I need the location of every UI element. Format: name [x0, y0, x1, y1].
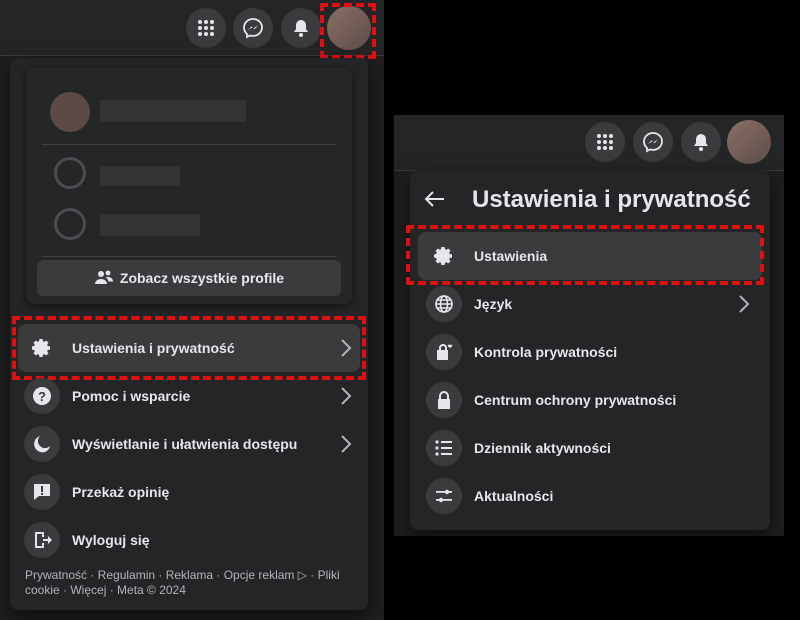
menu-item-label: Kontrola prywatności — [474, 344, 618, 360]
menu-item-label: Wyloguj się — [72, 532, 150, 548]
highlight-settings — [12, 316, 366, 380]
footer-line-1[interactable]: Prywatność · Regulamin · Reklama · Opcje… — [25, 568, 345, 583]
switch-profile-icon[interactable] — [54, 157, 86, 189]
logout-icon — [24, 522, 60, 558]
globe-icon — [426, 286, 462, 322]
profile-name-redacted — [100, 100, 246, 122]
menu-item-label: Aktualności — [474, 488, 554, 504]
submenu-title: Ustawienia i prywatność — [472, 186, 751, 213]
menu-item-news-feed[interactable]: Aktualności — [418, 472, 762, 520]
lock-heart-icon — [426, 334, 462, 370]
menu-item-privacy-checkup[interactable]: Kontrola prywatności — [418, 328, 762, 376]
menu-item-label: Pomoc i wsparcie — [72, 388, 191, 404]
menu-grid-button[interactable] — [585, 122, 625, 162]
lock-icon — [426, 382, 462, 418]
menu-item-activity-log[interactable]: Dziennik aktywności — [418, 424, 762, 472]
notifications-button[interactable] — [681, 122, 721, 162]
highlight-settings — [406, 225, 764, 285]
menu-item-label: Dziennik aktywności — [474, 440, 611, 456]
menu-item-feedback[interactable]: Przekaż opinię — [18, 468, 360, 516]
bell-icon — [294, 20, 308, 37]
notifications-button[interactable] — [281, 8, 321, 48]
grid-icon — [198, 20, 214, 36]
menu-item-label: Centrum ochrony prywatności — [474, 392, 677, 408]
svg-text:?: ? — [38, 389, 46, 404]
sliders-icon — [426, 478, 462, 514]
messenger-button[interactable] — [233, 8, 273, 48]
menu-item-label: Przekaż opinię — [72, 484, 170, 500]
right-screenshot: Ustawienia i prywatność Ustawienia Język… — [394, 115, 784, 536]
menu-item-display[interactable]: Wyświetlanie i ułatwienia dostępu — [18, 420, 360, 468]
chevron-right-icon — [341, 387, 352, 405]
left-screenshot: Zobacz wszystkie profile Ustawienia i pr… — [0, 0, 384, 620]
divider — [42, 256, 336, 257]
help-icon: ? — [24, 378, 60, 414]
back-arrow-icon[interactable] — [424, 190, 446, 208]
footer-line-2[interactable]: cookie · Więcej · Meta © 2024 — [25, 583, 345, 598]
profiles-icon — [94, 270, 113, 284]
moon-icon — [24, 426, 60, 462]
profile-name-redacted-3 — [100, 214, 200, 236]
messenger-icon — [643, 132, 663, 153]
menu-item-help[interactable]: ? Pomoc i wsparcie — [18, 372, 360, 420]
feedback-icon — [24, 474, 60, 510]
grid-icon — [597, 134, 613, 150]
menu-item-logout[interactable]: Wyloguj się — [18, 516, 360, 564]
profile-name-redacted-2 — [100, 166, 180, 186]
account-menu: Zobacz wszystkie profile Ustawienia i pr… — [10, 58, 368, 610]
settings-submenu: Ustawienia i prywatność Ustawienia Język… — [406, 170, 770, 530]
chevron-right-icon — [739, 295, 750, 313]
menu-item-label: Język — [474, 296, 513, 312]
divider — [42, 144, 336, 145]
account-avatar-button[interactable] — [727, 120, 771, 164]
list-icon — [426, 430, 462, 466]
highlight-avatar — [320, 3, 376, 59]
menu-item-language[interactable]: Język — [418, 280, 762, 328]
top-bar — [394, 115, 784, 171]
messenger-icon — [243, 18, 263, 39]
messenger-button[interactable] — [633, 122, 673, 162]
menu-item-label: Wyświetlanie i ułatwienia dostępu — [72, 436, 298, 452]
menu-grid-button[interactable] — [186, 8, 226, 48]
footer-links: Prywatność · Regulamin · Reklama · Opcje… — [25, 568, 345, 598]
chevron-right-icon — [341, 435, 352, 453]
profile-avatar[interactable] — [50, 92, 90, 132]
bell-icon — [694, 134, 708, 151]
switch-profile-icon-2[interactable] — [54, 208, 86, 240]
menu-item-privacy-center[interactable]: Centrum ochrony prywatności — [418, 376, 762, 424]
see-all-profiles-button[interactable]: Zobacz wszystkie profile — [37, 260, 341, 296]
see-all-profiles-label: Zobacz wszystkie profile — [119, 270, 285, 286]
